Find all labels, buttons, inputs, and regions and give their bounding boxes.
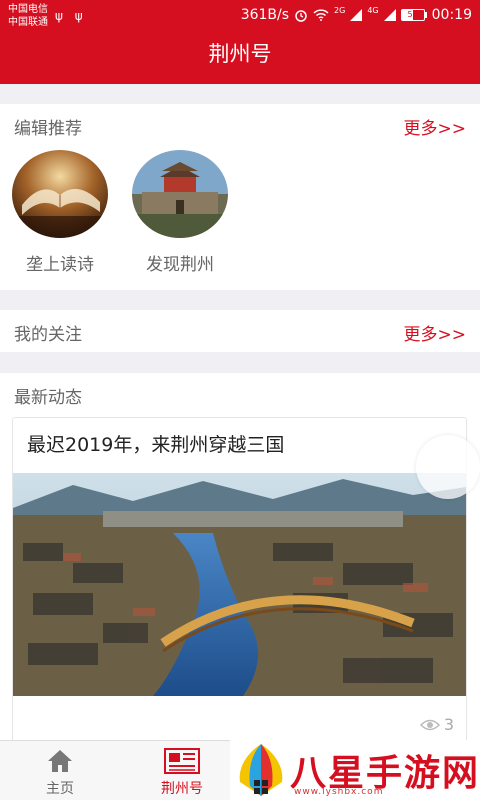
book-photo-thumbnail[interactable] xyxy=(12,150,108,238)
latest-news-section: 最新动态 最迟2019年，来荆州穿越三国 3 xyxy=(0,373,480,747)
newspaper-icon xyxy=(164,748,200,774)
follow-more-link[interactable]: 更多>> xyxy=(404,320,467,345)
editor-recommend-section: 编辑推荐 更多>> 垄上读诗 发现荆州 xyxy=(0,104,480,290)
status-bar: 中国电信 中国联通 ψ ψ 361B/s 2G 4G 50 00:19 xyxy=(0,0,480,32)
section-title: 编辑推荐 xyxy=(14,119,82,139)
recommend-item-poetry[interactable]: 垄上读诗 xyxy=(10,150,110,275)
eye-icon xyxy=(419,719,440,730)
recommend-label: 垄上读诗 xyxy=(26,255,94,275)
section-title: 最新动态 xyxy=(14,388,82,408)
floating-assist-button[interactable] xyxy=(416,435,480,499)
clock: 00:19 xyxy=(431,7,472,23)
app-header: 荆州号 xyxy=(0,32,480,84)
recommend-label: 发现荆州 xyxy=(146,255,214,275)
view-count-value: 3 xyxy=(443,715,454,734)
site-watermark: 八星手游网 www.lyshbx.com xyxy=(230,740,480,800)
carrier-info: 中国电信 中国联通 xyxy=(8,3,48,29)
view-count: 3 xyxy=(419,715,454,734)
nav-jingzhouhao[interactable]: 荆州号 xyxy=(142,747,222,798)
watermark-url: www.lyshbx.com xyxy=(294,787,384,797)
usb-icons: ψ ψ xyxy=(55,9,87,23)
battery-level: 50 xyxy=(400,9,425,21)
watermark-logo-icon xyxy=(239,744,283,796)
my-follow-section: 我的关注 更多>> xyxy=(0,310,480,352)
status-right: 361B/s 2G 4G 50 00:19 xyxy=(240,5,472,24)
city-gate-photo-thumbnail[interactable] xyxy=(132,150,228,238)
carrier-1: 中国电信 xyxy=(8,4,48,15)
section-header: 最新动态 xyxy=(0,373,480,413)
news-card-image[interactable] xyxy=(13,473,466,696)
alarm-icon xyxy=(295,10,307,22)
page-title: 荆州号 xyxy=(208,42,272,66)
wifi-icon xyxy=(313,9,329,21)
section-title: 我的关注 xyxy=(14,325,82,345)
signal-icon-1 xyxy=(350,9,363,21)
nav-home-label: 主页 xyxy=(46,781,74,797)
recommend-item-discover[interactable]: 发现荆州 xyxy=(130,150,230,275)
nav-jingzhouhao-label: 荆州号 xyxy=(161,781,203,797)
home-icon xyxy=(48,750,72,772)
network-speed: 361B/s xyxy=(240,7,290,23)
carrier-2: 中国联通 xyxy=(8,17,48,28)
section-header: 编辑推荐 更多>> xyxy=(0,104,480,144)
nav-home[interactable]: 主页 xyxy=(20,747,100,798)
recommend-more-link[interactable]: 更多>> xyxy=(404,114,467,139)
section-header: 我的关注 更多>> xyxy=(0,310,480,350)
news-card-title[interactable]: 最迟2019年，来荆州穿越三国 xyxy=(27,430,284,457)
signal-type-2: 4G xyxy=(367,5,379,15)
battery-icon: 50 xyxy=(400,9,427,21)
signal-type-1: 2G xyxy=(334,5,346,15)
signal-icon-2 xyxy=(383,9,396,21)
news-card[interactable]: 最迟2019年，来荆州穿越三国 3 xyxy=(12,417,467,747)
